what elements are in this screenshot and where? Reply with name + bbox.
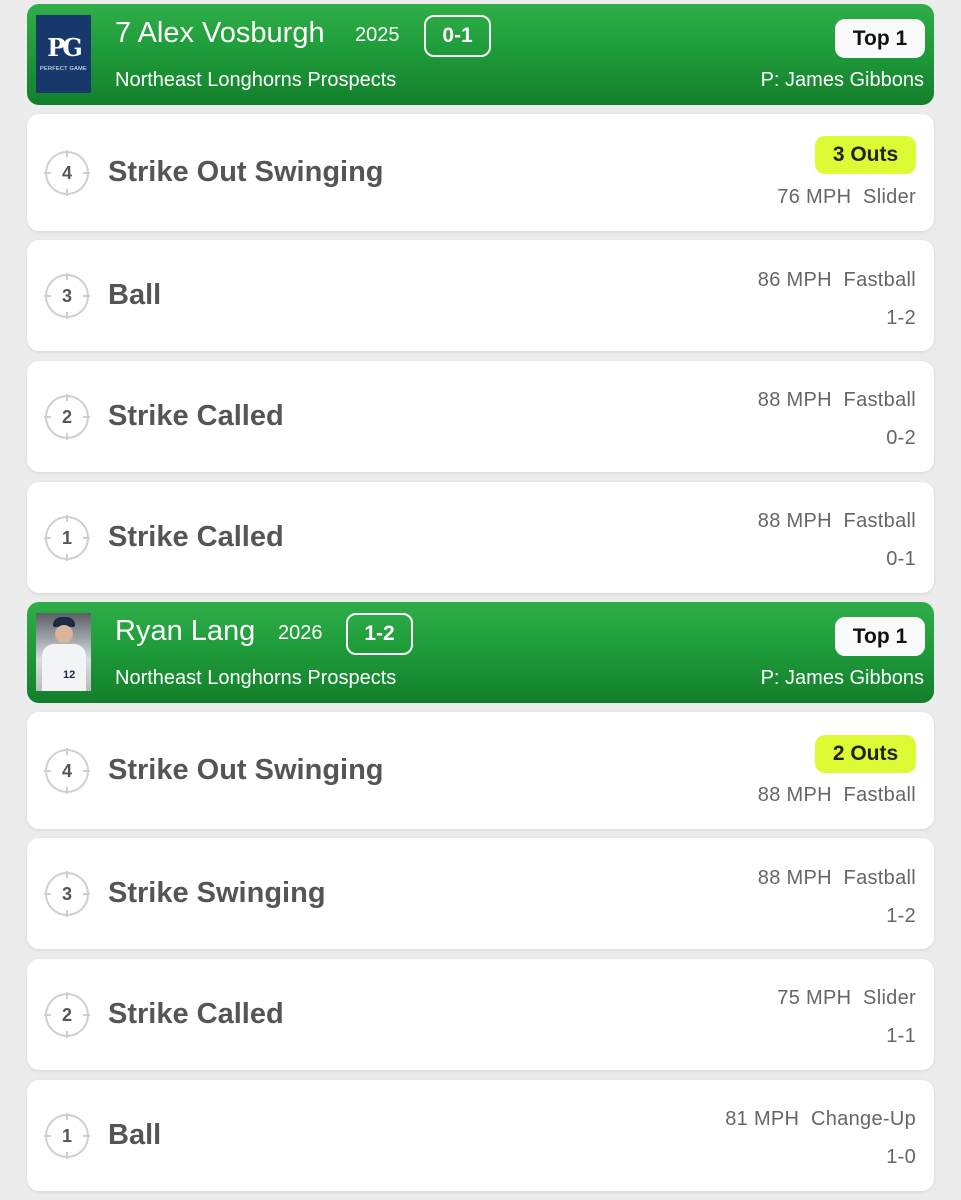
batter-name[interactable]: 7 Alex Vosburgh <box>115 16 325 50</box>
pitch-number: 4 <box>61 761 72 781</box>
pitch-count: 0-1 <box>886 548 916 570</box>
pitch-number: 1 <box>61 1126 72 1146</box>
pitch-number: 2 <box>61 1005 72 1025</box>
batter-count-badge: 0-1 <box>424 15 491 57</box>
pitch-card[interactable]: 1 Ball 81 MPH Change-Up 1-0 <box>27 1080 934 1191</box>
pitch-result: Strike Called <box>108 998 284 1030</box>
pitch-result: Ball <box>108 1119 162 1151</box>
pitch-card[interactable]: 4 Strike Out Swinging 2 Outs 88 MPH Fast… <box>27 712 934 829</box>
pitch-speed-type: 88 MPH Fastball <box>757 510 916 532</box>
team-name[interactable]: Northeast Longhorns Prospects <box>115 665 396 691</box>
outs-badge: 3 Outs <box>815 136 916 174</box>
pitch-result: Strike Out Swinging <box>108 156 384 188</box>
team-name[interactable]: Northeast Longhorns Prospects <box>115 67 396 93</box>
pitch-result: Strike Swinging <box>108 877 326 909</box>
pitch-number: 4 <box>61 163 72 183</box>
inning-badge: Top 1 <box>835 19 925 58</box>
pitch-card[interactable]: 1 Strike Called 88 MPH Fastball 0-1 <box>27 482 934 593</box>
pitch-number: 3 <box>61 884 72 904</box>
pitch-count: 1-2 <box>886 307 916 329</box>
batter-name[interactable]: Ryan Lang <box>115 614 255 648</box>
pitch-result: Strike Called <box>108 521 284 553</box>
pitch-card[interactable]: 4 Strike Out Swinging 3 Outs 76 MPH Slid… <box>27 114 934 231</box>
pitch-speed-type: 75 MPH Slider <box>777 987 916 1009</box>
perfect-game-logo: PG PERFECT GAME <box>36 15 91 93</box>
pitch-speed-type: 76 MPH Slider <box>777 186 916 208</box>
pitch-number: 2 <box>61 407 72 427</box>
batter-header[interactable]: PG PERFECT GAME 7 Alex Vosburgh 2025 0-1… <box>27 4 934 105</box>
pg-logo-caption: PERFECT GAME <box>40 66 87 72</box>
pitch-speed-type: 86 MPH Fastball <box>757 269 916 291</box>
pitcher-name[interactable]: P: James Gibbons <box>761 665 924 691</box>
pitch-card[interactable]: 2 Strike Called 88 MPH Fastball 0-2 <box>27 361 934 472</box>
pitch-result: Strike Called <box>108 400 284 432</box>
pitch-result: Strike Out Swinging <box>108 754 384 786</box>
pitch-number-icon: 1 <box>44 1113 90 1159</box>
pitch-count: 0-2 <box>886 427 916 449</box>
pitch-speed-type: 88 MPH Fastball <box>757 867 916 889</box>
pitch-count: 1-2 <box>886 905 916 927</box>
batter-count-badge: 1-2 <box>346 613 413 655</box>
pitch-number-icon: 4 <box>44 150 90 196</box>
pitch-number-icon: 2 <box>44 394 90 440</box>
pitch-result: Ball <box>108 279 162 311</box>
batter-header[interactable]: 12 Ryan Lang 2026 1-2 Northeast Longhorn… <box>27 602 934 703</box>
pitch-number: 1 <box>61 528 72 548</box>
player-photo: 12 <box>36 613 91 691</box>
pitch-card[interactable]: 3 Ball 86 MPH Fastball 1-2 <box>27 240 934 351</box>
pitch-number-icon: 3 <box>44 273 90 319</box>
pitch-card[interactable]: 2 Strike Called 75 MPH Slider 1-1 <box>27 959 934 1070</box>
pitch-speed-type: 88 MPH Fastball <box>757 784 916 806</box>
inning-badge: Top 1 <box>835 617 925 656</box>
outs-badge: 2 Outs <box>815 735 916 773</box>
batter-grad-year: 2026 <box>278 622 323 644</box>
pitch-speed-type: 88 MPH Fastball <box>757 389 916 411</box>
pitch-count: 1-0 <box>886 1146 916 1168</box>
pitch-number-icon: 4 <box>44 748 90 794</box>
pitch-count: 1-1 <box>886 1025 916 1047</box>
pitch-number-icon: 3 <box>44 871 90 917</box>
pitch-number-icon: 1 <box>44 515 90 561</box>
batter-grad-year: 2025 <box>355 24 400 46</box>
pitch-speed-type: 81 MPH Change-Up <box>725 1108 916 1130</box>
pitcher-name[interactable]: P: James Gibbons <box>761 67 924 93</box>
pitch-number-icon: 2 <box>44 992 90 1038</box>
pg-logo-mark: PG <box>47 33 83 62</box>
pitch-card[interactable]: 3 Strike Swinging 88 MPH Fastball 1-2 <box>27 838 934 949</box>
pitch-number: 3 <box>61 286 72 306</box>
